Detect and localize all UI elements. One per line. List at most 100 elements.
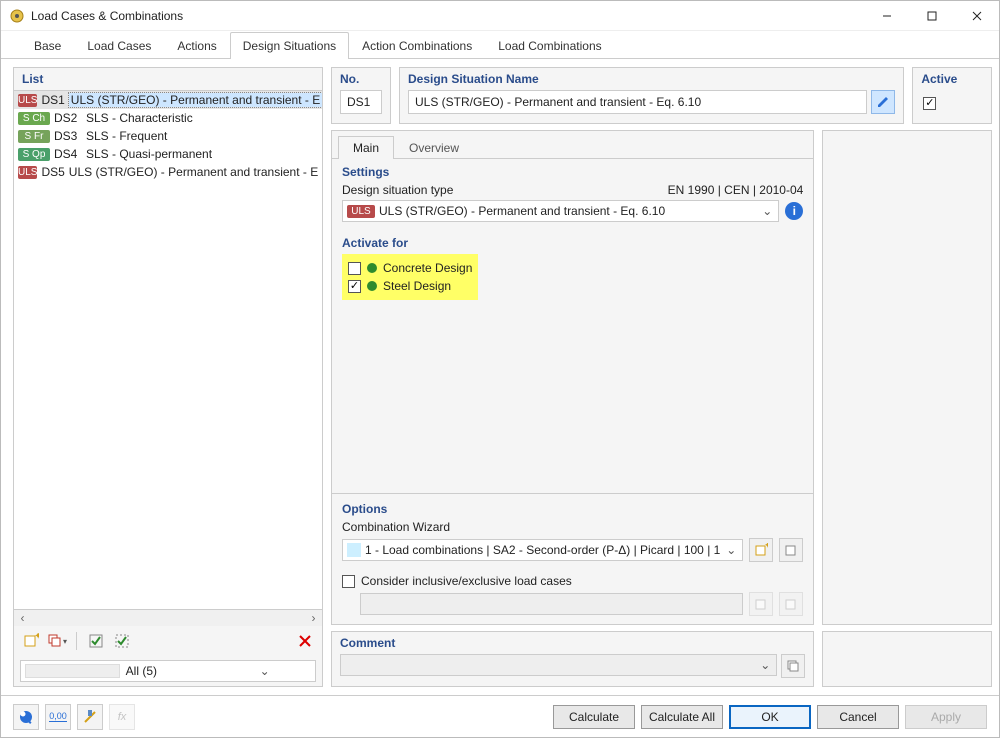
dstype-label: Design situation type — [342, 183, 453, 197]
calculate-button[interactable]: Calculate — [553, 705, 635, 729]
new-item-button[interactable]: ✦ — [20, 630, 42, 652]
dialog-footer: 0,00 fx Calculate Calculate All OK Cance… — [1, 695, 999, 737]
activate-item: Steel Design — [348, 278, 472, 294]
activate-checkbox[interactable] — [348, 262, 361, 275]
ds-number: DS5 — [41, 165, 64, 179]
list-item[interactable]: S Fr DS3 SLS - Frequent — [14, 127, 322, 145]
no-field[interactable]: DS1 — [340, 90, 382, 114]
settings-button[interactable] — [77, 704, 103, 730]
ds-tag: ULS — [18, 166, 37, 179]
cancel-button[interactable]: Cancel — [817, 705, 899, 729]
function-button: fx — [109, 704, 135, 730]
tab-design-situations[interactable]: Design Situations — [230, 32, 349, 59]
list-panel: List ULS DS1 ULS (STR/GEO) - Permanent a… — [13, 67, 323, 687]
apply-button: Apply — [905, 705, 987, 729]
activate-section: Activate for Concrete Design Steel Desig… — [332, 230, 813, 306]
ds-name: ULS (STR/GEO) - Permanent and transient … — [69, 165, 318, 179]
filter-swatch — [25, 664, 120, 678]
svg-text:✦: ✦ — [764, 543, 768, 550]
activate-highlight: Concrete Design Steel Design — [342, 254, 478, 300]
ds-name: SLS - Frequent — [86, 129, 167, 143]
sub-tabbar: MainOverview — [332, 131, 813, 159]
no-group: No. DS1 — [331, 67, 391, 124]
tab-load-cases[interactable]: Load Cases — [74, 32, 164, 59]
tab-actions[interactable]: Actions — [164, 32, 229, 59]
tab-load-combinations[interactable]: Load Combinations — [485, 32, 614, 59]
tab-action-combinations[interactable]: Action Combinations — [349, 32, 485, 59]
dsname-field[interactable]: ULS (STR/GEO) - Permanent and transient … — [408, 90, 867, 114]
dstype-tag: ULS — [347, 205, 375, 218]
ds-number: DS3 — [54, 129, 82, 143]
info-icon[interactable]: i — [785, 202, 803, 220]
subtab-main[interactable]: Main — [338, 136, 394, 159]
deselect-all-button[interactable] — [111, 630, 133, 652]
units-button[interactable]: 0,00 — [45, 704, 71, 730]
list-item[interactable]: S Qp DS4 SLS - Quasi-permanent — [14, 145, 322, 163]
cw-edit-button[interactable] — [779, 538, 803, 562]
settings-section: Settings Design situation type EN 1990 |… — [332, 159, 813, 230]
activate-label: Concrete Design — [383, 261, 472, 275]
activate-item: Concrete Design — [348, 260, 472, 276]
list-item[interactable]: ULS DS1 ULS (STR/GEO) - Permanent and tr… — [14, 91, 322, 109]
copy-item-button[interactable]: ▾ — [46, 630, 68, 652]
list-title: List — [14, 68, 322, 91]
combination-wizard-dropdown[interactable]: 1 - Load combinations | SA2 - Second-ord… — [342, 539, 743, 561]
scroll-right-icon[interactable]: › — [305, 611, 322, 626]
chevron-down-icon: ⌄ — [218, 664, 311, 678]
calculate-all-button[interactable]: Calculate All — [641, 705, 723, 729]
filter-label: All (5) — [126, 664, 219, 678]
comment-library-button[interactable] — [781, 654, 805, 678]
main-row: MainOverview Settings Design situation t… — [331, 130, 992, 625]
no-title: No. — [340, 72, 382, 86]
status-dot-icon — [367, 263, 377, 273]
header-row: No. DS1 Design Situation Name ULS (STR/G… — [331, 67, 992, 124]
comment-dropdown[interactable]: ⌄ — [340, 654, 777, 676]
delete-button[interactable] — [294, 630, 316, 652]
list-hscrollbar[interactable]: ‹ › — [14, 609, 322, 626]
ds-tag: ULS — [18, 94, 37, 107]
consider-checkbox[interactable] — [342, 575, 355, 588]
dialog-window: Load Cases & Combinations BaseLoad Cases… — [0, 0, 1000, 738]
list-filter: All (5) ⌄ — [14, 656, 322, 686]
activate-title: Activate for — [342, 236, 803, 250]
ds-tag: S Qp — [18, 148, 50, 161]
dstype-value: ULS (STR/GEO) - Permanent and transient … — [379, 204, 756, 218]
close-button[interactable] — [954, 1, 999, 30]
ds-tag: S Ch — [18, 112, 50, 125]
ds-number: DS1 — [41, 93, 64, 107]
comment-sidepanel — [822, 631, 992, 687]
cw-swatch — [347, 543, 361, 557]
active-title: Active — [921, 72, 983, 86]
standard-label: EN 1990 | CEN | 2010-04 — [668, 183, 804, 197]
help-button[interactable] — [13, 704, 39, 730]
subtab-overview[interactable]: Overview — [394, 136, 474, 159]
edit-name-button[interactable] — [871, 90, 895, 114]
minimize-button[interactable] — [864, 1, 909, 30]
comment-group: Comment ⌄ — [331, 631, 814, 687]
activate-checkbox[interactable] — [348, 280, 361, 293]
details-panel: No. DS1 Design Situation Name ULS (STR/G… — [331, 67, 992, 687]
status-dot-icon — [367, 281, 377, 291]
select-all-button[interactable] — [85, 630, 107, 652]
comment-title: Comment — [340, 636, 805, 650]
list-item[interactable]: ULS DS5 ULS (STR/GEO) - Permanent and tr… — [14, 163, 322, 181]
cw-new-button[interactable]: ✦ — [749, 538, 773, 562]
design-situations-list[interactable]: ULS DS1 ULS (STR/GEO) - Permanent and tr… — [14, 91, 322, 609]
active-checkbox[interactable] — [923, 97, 936, 110]
tab-base[interactable]: Base — [21, 32, 74, 59]
preview-panel — [822, 130, 992, 625]
list-toolbar: ✦ ▾ — [14, 626, 322, 656]
chevron-down-icon: ⌄ — [724, 543, 738, 557]
dstype-dropdown[interactable]: ULS ULS (STR/GEO) - Permanent and transi… — [342, 200, 779, 222]
window-title: Load Cases & Combinations — [31, 9, 864, 23]
ds-name: SLS - Characteristic — [86, 111, 193, 125]
titlebar: Load Cases & Combinations — [1, 1, 999, 31]
scroll-left-icon[interactable]: ‹ — [14, 611, 31, 626]
list-item[interactable]: S Ch DS2 SLS - Characteristic — [14, 109, 322, 127]
options-title: Options — [342, 502, 803, 516]
comment-row: Comment ⌄ — [331, 631, 992, 687]
filter-dropdown[interactable]: All (5) ⌄ — [20, 660, 316, 682]
ok-button[interactable]: OK — [729, 705, 811, 729]
svg-text:✦: ✦ — [34, 633, 39, 642]
maximize-button[interactable] — [909, 1, 954, 30]
